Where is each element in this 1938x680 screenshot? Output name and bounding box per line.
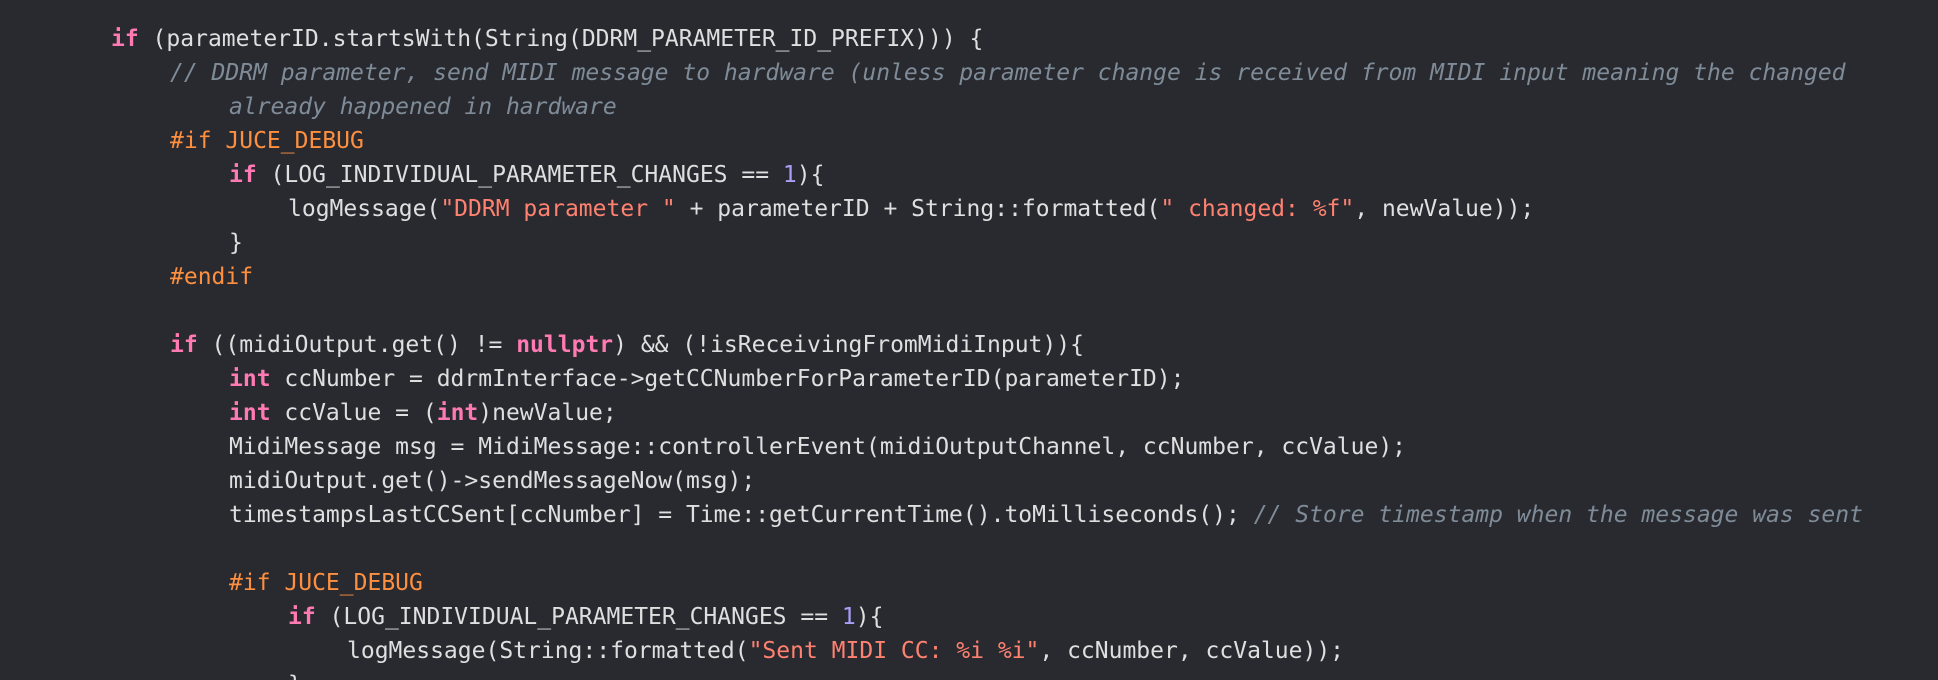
code-line[interactable]: logMessage("DDRM parameter " + parameter… <box>0 192 1938 226</box>
code-token-kw: int <box>229 366 271 392</box>
code-line[interactable]: } <box>0 226 1938 260</box>
code-line[interactable]: #if JUCE_DEBUG <box>0 124 1938 158</box>
code-token-plain: } <box>229 230 243 256</box>
code-token-plain: , ccNumber, ccValue)); <box>1039 638 1345 664</box>
code-line[interactable]: int ccNumber = ddrmInterface->getCCNumbe… <box>0 362 1938 396</box>
code-token-plain: } <box>288 672 302 680</box>
code-area[interactable]: if (parameterID.startsWith(String(DDRM_P… <box>0 22 1938 680</box>
code-line[interactable]: } <box>0 668 1938 680</box>
code-token-str: " changed: %f" <box>1160 196 1355 222</box>
code-token-pp: #if JUCE_DEBUG <box>229 570 423 596</box>
code-editor[interactable]: if (parameterID.startsWith(String(DDRM_P… <box>0 0 1938 680</box>
code-token-plain: (parameterID.startsWith(String(DDRM_PARA… <box>138 26 984 52</box>
code-token-kw: if <box>288 604 316 630</box>
code-token-num: 1 <box>782 162 797 188</box>
code-token-str: "DDRM parameter " <box>440 196 676 222</box>
code-line[interactable]: // DDRM parameter, send MIDI message to … <box>0 56 1938 90</box>
code-token-plain: + parameterID + String::formatted( <box>675 196 1161 222</box>
code-token-num: 1 <box>841 604 856 630</box>
code-token-plain: ccValue = ( <box>270 400 437 426</box>
code-token-str: "Sent MIDI CC: %i %i" <box>748 638 1040 664</box>
code-token-plain: (LOG_INDIVIDUAL_PARAMETER_CHANGES == <box>315 604 842 630</box>
code-token-plain: , newValue)); <box>1354 196 1535 222</box>
code-token-plain: midiOutput.get()->sendMessageNow(msg); <box>229 468 756 494</box>
code-line[interactable]: logMessage(String::formatted("Sent MIDI … <box>0 634 1938 668</box>
code-token-kw: nullptr <box>516 332 614 358</box>
code-line[interactable]: MidiMessage msg = MidiMessage::controlle… <box>0 430 1938 464</box>
code-line[interactable]: #if JUCE_DEBUG <box>0 566 1938 600</box>
code-line[interactable]: if ((midiOutput.get() != nullptr) && (!i… <box>0 328 1938 362</box>
code-token-plain: ){ <box>796 162 825 188</box>
code-token-plain: logMessage( <box>288 196 441 222</box>
code-token-pp: #endif <box>170 264 254 290</box>
code-line[interactable]: already happened in hardware <box>0 90 1938 124</box>
code-line[interactable] <box>0 294 1938 328</box>
code-token-kw: if <box>229 162 257 188</box>
code-line[interactable]: int ccValue = (int)newValue; <box>0 396 1938 430</box>
code-line[interactable] <box>0 532 1938 566</box>
code-token-plain: timestampsLastCCSent[ccNumber] = Time::g… <box>229 502 1254 528</box>
code-token-cmt: // DDRM parameter, send MIDI message to … <box>170 60 1846 86</box>
code-line[interactable]: timestampsLastCCSent[ccNumber] = Time::g… <box>0 498 1938 532</box>
code-token-plain: (LOG_INDIVIDUAL_PARAMETER_CHANGES == <box>256 162 783 188</box>
code-line[interactable]: if (LOG_INDIVIDUAL_PARAMETER_CHANGES == … <box>0 600 1938 634</box>
code-token-kw: int <box>436 400 479 426</box>
code-token-kw: if <box>111 26 139 52</box>
code-token-plain: ) && (!isReceivingFromMidiInput)){ <box>613 332 1084 358</box>
code-token-kw: int <box>229 400 271 426</box>
code-line[interactable]: if (parameterID.startsWith(String(DDRM_P… <box>0 22 1938 56</box>
code-token-plain: ccNumber = ddrmInterface->getCCNumberFor… <box>270 366 1185 392</box>
code-token-kw: if <box>170 332 198 358</box>
code-token-plain: ){ <box>855 604 884 630</box>
code-token-plain: MidiMessage msg = MidiMessage::controlle… <box>229 434 1407 460</box>
code-token-plain: ((midiOutput.get() != <box>197 332 517 358</box>
code-token-plain: )newValue; <box>478 400 617 426</box>
code-token-cmt: // Store timestamp when the message was … <box>1253 502 1863 528</box>
code-line[interactable]: if (LOG_INDIVIDUAL_PARAMETER_CHANGES == … <box>0 158 1938 192</box>
code-line[interactable]: midiOutput.get()->sendMessageNow(msg); <box>0 464 1938 498</box>
code-line[interactable]: #endif <box>0 260 1938 294</box>
code-token-cmt: already happened in hardware <box>229 94 617 120</box>
code-token-plain: logMessage(String::formatted( <box>347 638 749 664</box>
code-token-pp: #if JUCE_DEBUG <box>170 128 364 154</box>
